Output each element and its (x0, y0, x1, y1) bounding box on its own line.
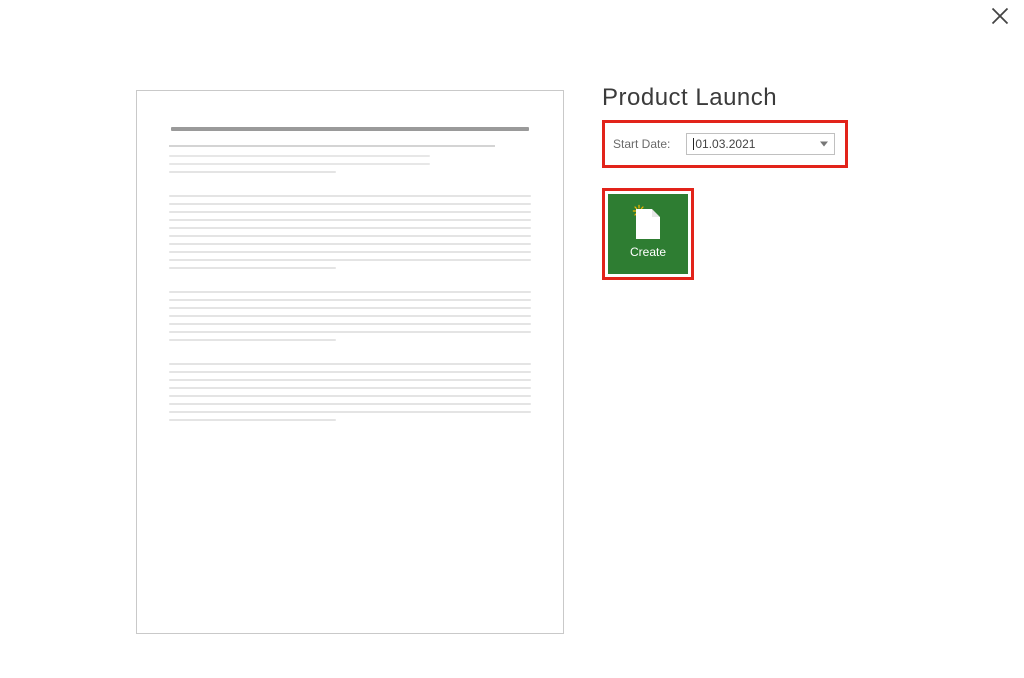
close-icon[interactable] (990, 6, 1010, 26)
new-document-icon (636, 209, 660, 239)
start-date-highlight: Start Date: 01.03.2021 (602, 120, 848, 168)
template-title: Product Launch (602, 84, 882, 112)
start-date-value: 01.03.2021 (695, 137, 755, 151)
start-date-input[interactable]: 01.03.2021 (686, 133, 835, 155)
chevron-down-icon[interactable] (820, 142, 828, 147)
template-preview (136, 90, 564, 634)
create-label: Create (630, 245, 666, 259)
create-highlight: Create (602, 188, 694, 280)
start-date-label: Start Date: (613, 137, 670, 151)
create-button[interactable]: Create (608, 194, 688, 274)
